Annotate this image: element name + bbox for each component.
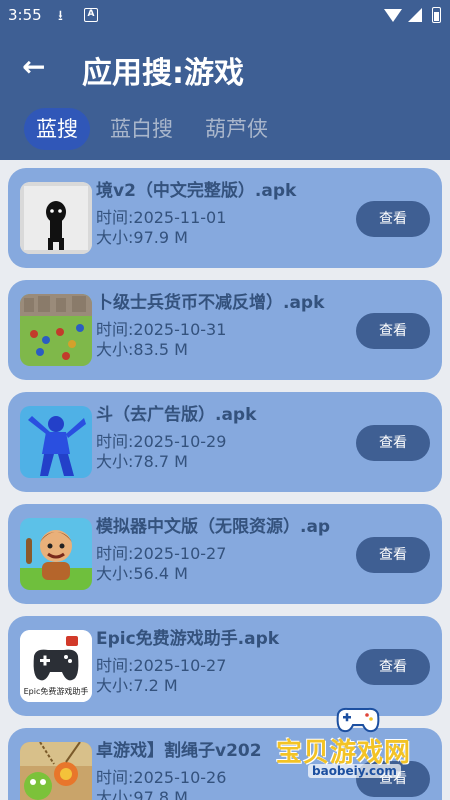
list-item[interactable]: 卓游戏】割绳子v202 时间:2025-10-26 大小:97.8 M 查看 (8, 728, 442, 800)
signal-icon (408, 8, 422, 22)
blue-fighter-icon (20, 406, 92, 478)
list-item[interactable]: 模拟器中文版（无限资源）.ap 时间:2025-10-27 大小:56.4 M … (8, 504, 442, 604)
item-size: 大小:78.7 M (96, 452, 188, 471)
list-item[interactable]: 卜级士兵货币不减反增）.apk 时间:2025-10-31 大小:83.5 M … (8, 280, 442, 380)
gamepad-icon-caption: Epic免费游戏助手 (23, 687, 89, 696)
item-size: 大小:83.5 M (96, 340, 188, 359)
item-size: 大小:7.2 M (96, 676, 178, 695)
limbo-silhouette-icon (20, 182, 92, 254)
castle-battle-icon (20, 294, 92, 366)
tab-lansou[interactable]: 蓝搜 (24, 108, 90, 150)
item-name: Epic免费游戏助手.apk (96, 629, 280, 649)
back-arrow-icon[interactable]: ← (22, 50, 45, 83)
tab-lanbaisou[interactable]: 蓝白搜 (98, 108, 185, 150)
view-button[interactable]: 查看 (356, 649, 430, 685)
gamepad-icon: Epic免费游戏助手 (20, 630, 92, 702)
list-item[interactable]: 境v2（中文完整版）.apk 时间:2025-11-01 大小:97.9 M 查… (8, 168, 442, 268)
item-name: 卜级士兵货币不减反增）.apk (96, 293, 325, 313)
page-title: 应用搜:游戏 (82, 56, 244, 91)
tab-huluxia[interactable]: 葫芦侠 (193, 108, 280, 150)
list-item[interactable]: 斗（去广告版）.apk 时间:2025-10-29 大小:78.7 M 查看 (8, 392, 442, 492)
tab-bar: 蓝搜 蓝白搜 葫芦侠 (24, 108, 280, 150)
item-name: 斗（去广告版）.apk (96, 405, 257, 425)
view-button[interactable]: 查看 (356, 313, 430, 349)
item-name: 模拟器中文版（无限资源）.ap (96, 517, 331, 537)
wifi-icon (384, 9, 402, 22)
status-bar: 3:55 ⭳ A (0, 0, 450, 32)
view-button[interactable]: 查看 (356, 761, 430, 797)
view-button[interactable]: 查看 (356, 537, 430, 573)
caveman-icon (20, 518, 92, 590)
adb-icon: A (84, 8, 98, 22)
battery-icon (432, 7, 441, 23)
view-button[interactable]: 查看 (356, 201, 430, 237)
item-size: 大小:56.4 M (96, 564, 188, 583)
item-size: 大小:97.9 M (96, 228, 188, 247)
download-icon: ⭳ (58, 8, 63, 24)
item-name: 境v2（中文完整版）.apk (96, 181, 297, 201)
view-button[interactable]: 查看 (356, 425, 430, 461)
list-item[interactable]: Epic免费游戏助手 Epic免费游戏助手.apk 时间:2025-10-27 … (8, 616, 442, 716)
status-time: 3:55 (8, 6, 42, 24)
item-name: 卓游戏】割绳子v202 (96, 741, 262, 761)
result-list[interactable]: 境v2（中文完整版）.apk 时间:2025-11-01 大小:97.9 M 查… (0, 160, 450, 800)
item-size: 大小:97.8 M (96, 788, 188, 800)
app-bar: ← 应用搜:游戏 蓝搜 蓝白搜 葫芦侠 (0, 32, 450, 160)
cut-the-rope-icon (20, 742, 92, 800)
